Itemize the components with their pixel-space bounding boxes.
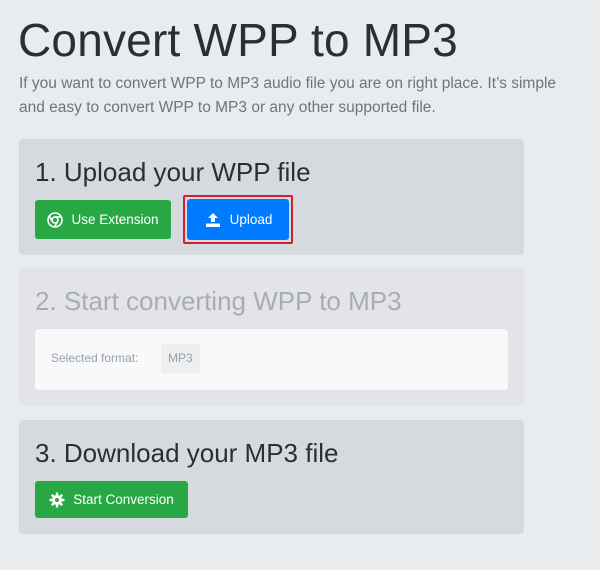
selected-format-label: Selected format: <box>51 351 139 365</box>
download-card: 3. Download your MP3 file Start Conversi… <box>19 420 524 534</box>
use-extension-button[interactable]: Use Extension <box>35 200 171 239</box>
step-1-title: 1. Upload your WPP file <box>35 157 311 187</box>
page: Convert WPP to MP3 If you want to conver… <box>0 0 600 570</box>
page-title: Convert WPP to MP3 <box>18 14 458 66</box>
start-conversion-label: Start Conversion <box>73 492 174 507</box>
chrome-icon <box>47 211 64 228</box>
gear-icon <box>49 492 65 508</box>
format-panel: Selected format: MP3 <box>35 329 508 390</box>
upload-label: Upload <box>229 212 273 227</box>
upload-button[interactable]: Upload <box>187 199 289 240</box>
selected-format-value[interactable]: MP3 <box>161 344 200 373</box>
convert-card: 2. Start converting WPP to MP3 Selected … <box>19 268 524 406</box>
use-extension-label: Use Extension <box>71 212 159 227</box>
step-2-title: 2. Start converting WPP to MP3 <box>35 286 402 316</box>
start-conversion-button[interactable]: Start Conversion <box>35 481 188 518</box>
upload-icon <box>204 212 222 228</box>
page-description: If you want to convert WPP to MP3 audio … <box>19 75 557 116</box>
step-3-title: 3. Download your MP3 file <box>35 438 339 468</box>
upload-card: 1. Upload your WPP file Use Extension Up… <box>19 139 524 255</box>
